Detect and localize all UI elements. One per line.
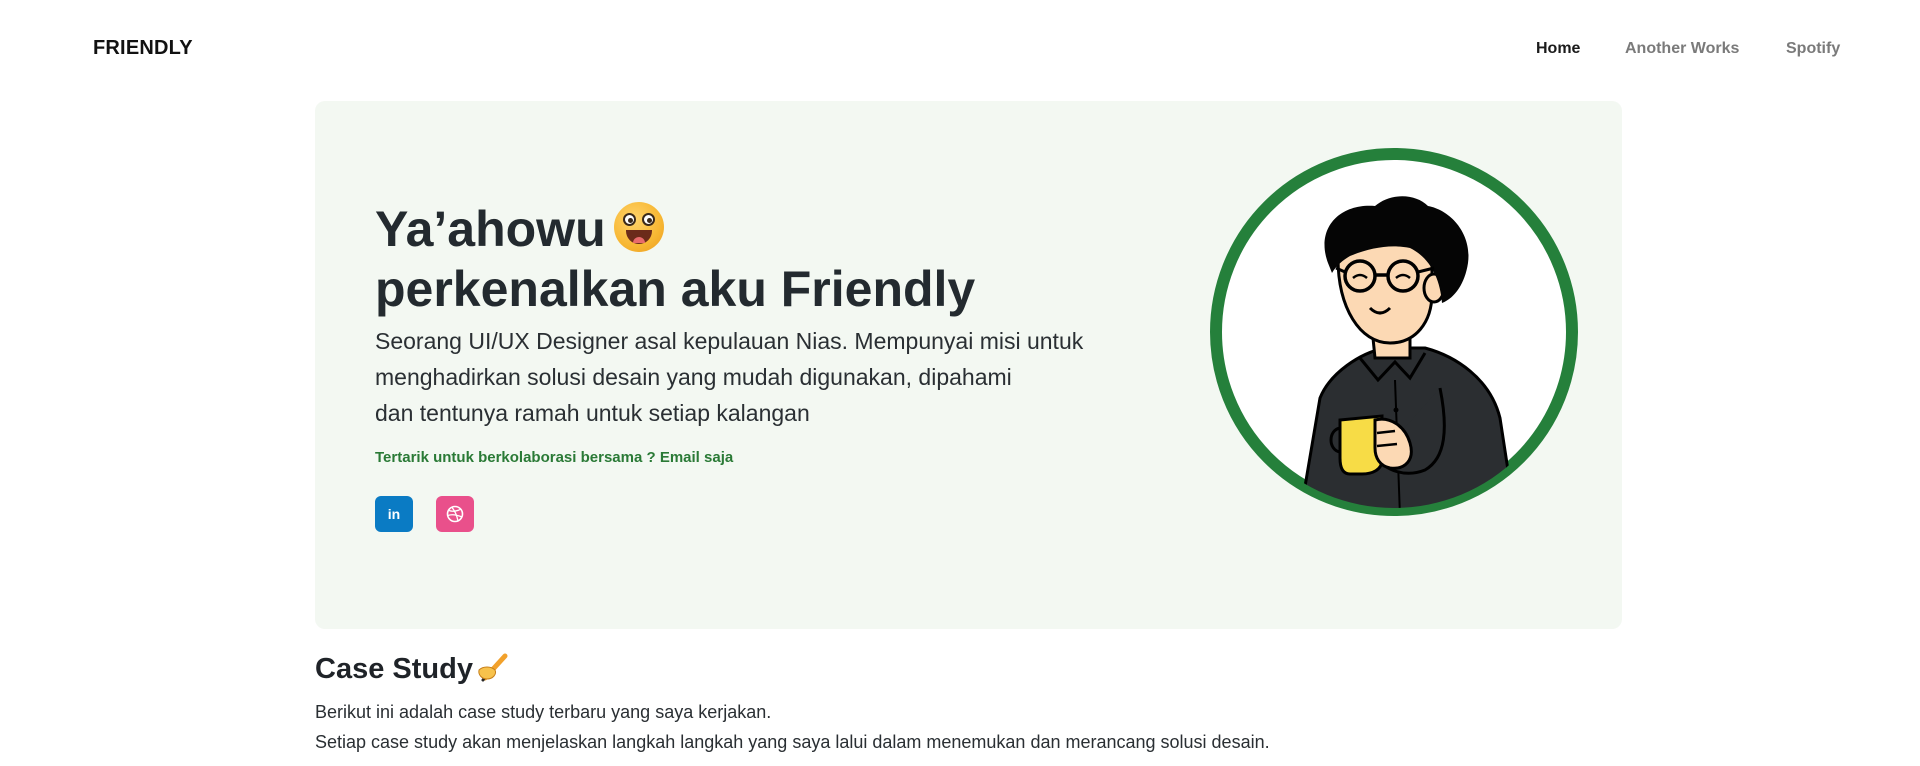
nav-links: Home Another Works Spotify xyxy=(0,40,1920,60)
nav-link-another-works[interactable]: Another Works xyxy=(1625,40,1739,58)
hero-description-line: menghadirkan solusi desain yang mudah di… xyxy=(375,364,1012,390)
case-study-description-line: Setiap case study akan menjelaskan langk… xyxy=(315,732,1270,752)
hero-title: Ya’ahowu perkenalkan aku Friendly xyxy=(375,199,975,319)
linkedin-button[interactable]: in xyxy=(375,496,413,532)
case-study-title-text: Case Study xyxy=(315,653,473,685)
dribbble-button[interactable] xyxy=(436,496,474,532)
grinning-face-emoji-icon xyxy=(613,202,664,252)
dribbble-icon xyxy=(436,496,474,532)
hero-title-line1: Ya’ahowu xyxy=(375,201,606,257)
nav-link-home[interactable]: Home xyxy=(1536,40,1580,58)
email-cta-link[interactable]: Tertarik untuk berkolaborasi bersama ? E… xyxy=(375,449,733,466)
nav-link-spotify[interactable]: Spotify xyxy=(1786,40,1840,58)
hero-description-line: dan tentunya ramah untuk setiap kalangan xyxy=(375,400,810,426)
hero-description-line: Seorang UI/UX Designer asal kepulauan Ni… xyxy=(375,328,1084,354)
case-study-description-line: Berikut ini adalah case study terbaru ya… xyxy=(315,702,772,722)
case-study-description: Berikut ini adalah case study terbaru ya… xyxy=(315,697,1270,757)
hero-description: Seorang UI/UX Designer asal kepulauan Ni… xyxy=(375,323,1135,431)
case-study-title: Case Study xyxy=(315,652,509,686)
avatar-illustration xyxy=(1210,148,1578,516)
hero-title-line2: perkenalkan aku Friendly xyxy=(375,261,976,317)
hero-card: Ya’ahowu perkenalkan aku Friendly Seoran… xyxy=(315,101,1622,629)
writing-hand-emoji-icon xyxy=(477,652,509,682)
navbar: FRIENDLY Home Another Works Spotify xyxy=(0,0,1920,98)
linkedin-icon: in xyxy=(387,506,401,522)
